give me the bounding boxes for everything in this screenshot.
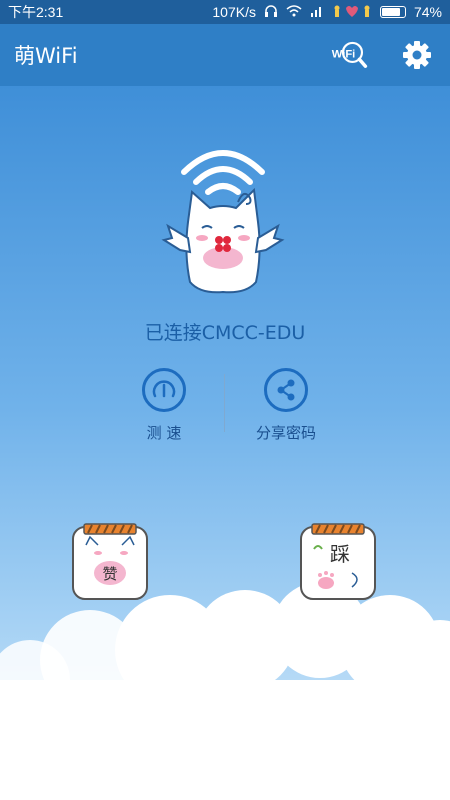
wifi-search-icon: WiFi [332,41,368,68]
clouds-decoration [0,582,450,800]
dislike-card[interactable]: 踩 [300,523,376,601]
settings-button[interactable] [398,36,436,74]
gear-icon [403,41,431,69]
cell-signal-icon [310,4,324,21]
status-battery: 74% [413,4,442,20]
like-card-text: 赞 [102,565,117,583]
share-password-button[interactable]: 分享密码 [226,368,346,443]
battery-icon [379,6,406,18]
connection-status: 已连接CMCC-EDU [144,322,306,344]
speed-test-label: 测 速 [146,424,182,442]
status-time: 下午2:31 [8,4,64,20]
speed-test-button[interactable]: 测 速 [104,368,224,443]
app-bar-actions: WiFi [330,36,436,74]
app-title: 萌WiFi [14,44,78,68]
share-password-label: 分享密码 [255,424,316,442]
like-card[interactable]: 赞 [72,523,148,601]
headphone-icon [264,4,278,21]
share-icon [264,368,308,412]
cat-mascot-wifi-icon[interactable] [158,142,288,302]
speed-gauge-icon [142,368,186,412]
status-speed: 107K/s [212,4,256,20]
action-row: 测 速 分享密码 [0,368,450,448]
dislike-card-text: 踩 [330,542,350,566]
action-divider [224,374,225,432]
wifi-search-button[interactable]: WiFi [330,36,368,74]
app-bar: 萌WiFi WiFi [0,24,450,86]
status-bar: 下午2:31 107K/s 74% [0,0,450,24]
notification-icons [332,4,372,21]
wifi-signal-icon [286,4,302,21]
status-indicators: 107K/s 74% [212,4,442,21]
main-panel: 已连接CMCC-EDU 测 速 分享密码 赞 踩 [0,86,450,800]
